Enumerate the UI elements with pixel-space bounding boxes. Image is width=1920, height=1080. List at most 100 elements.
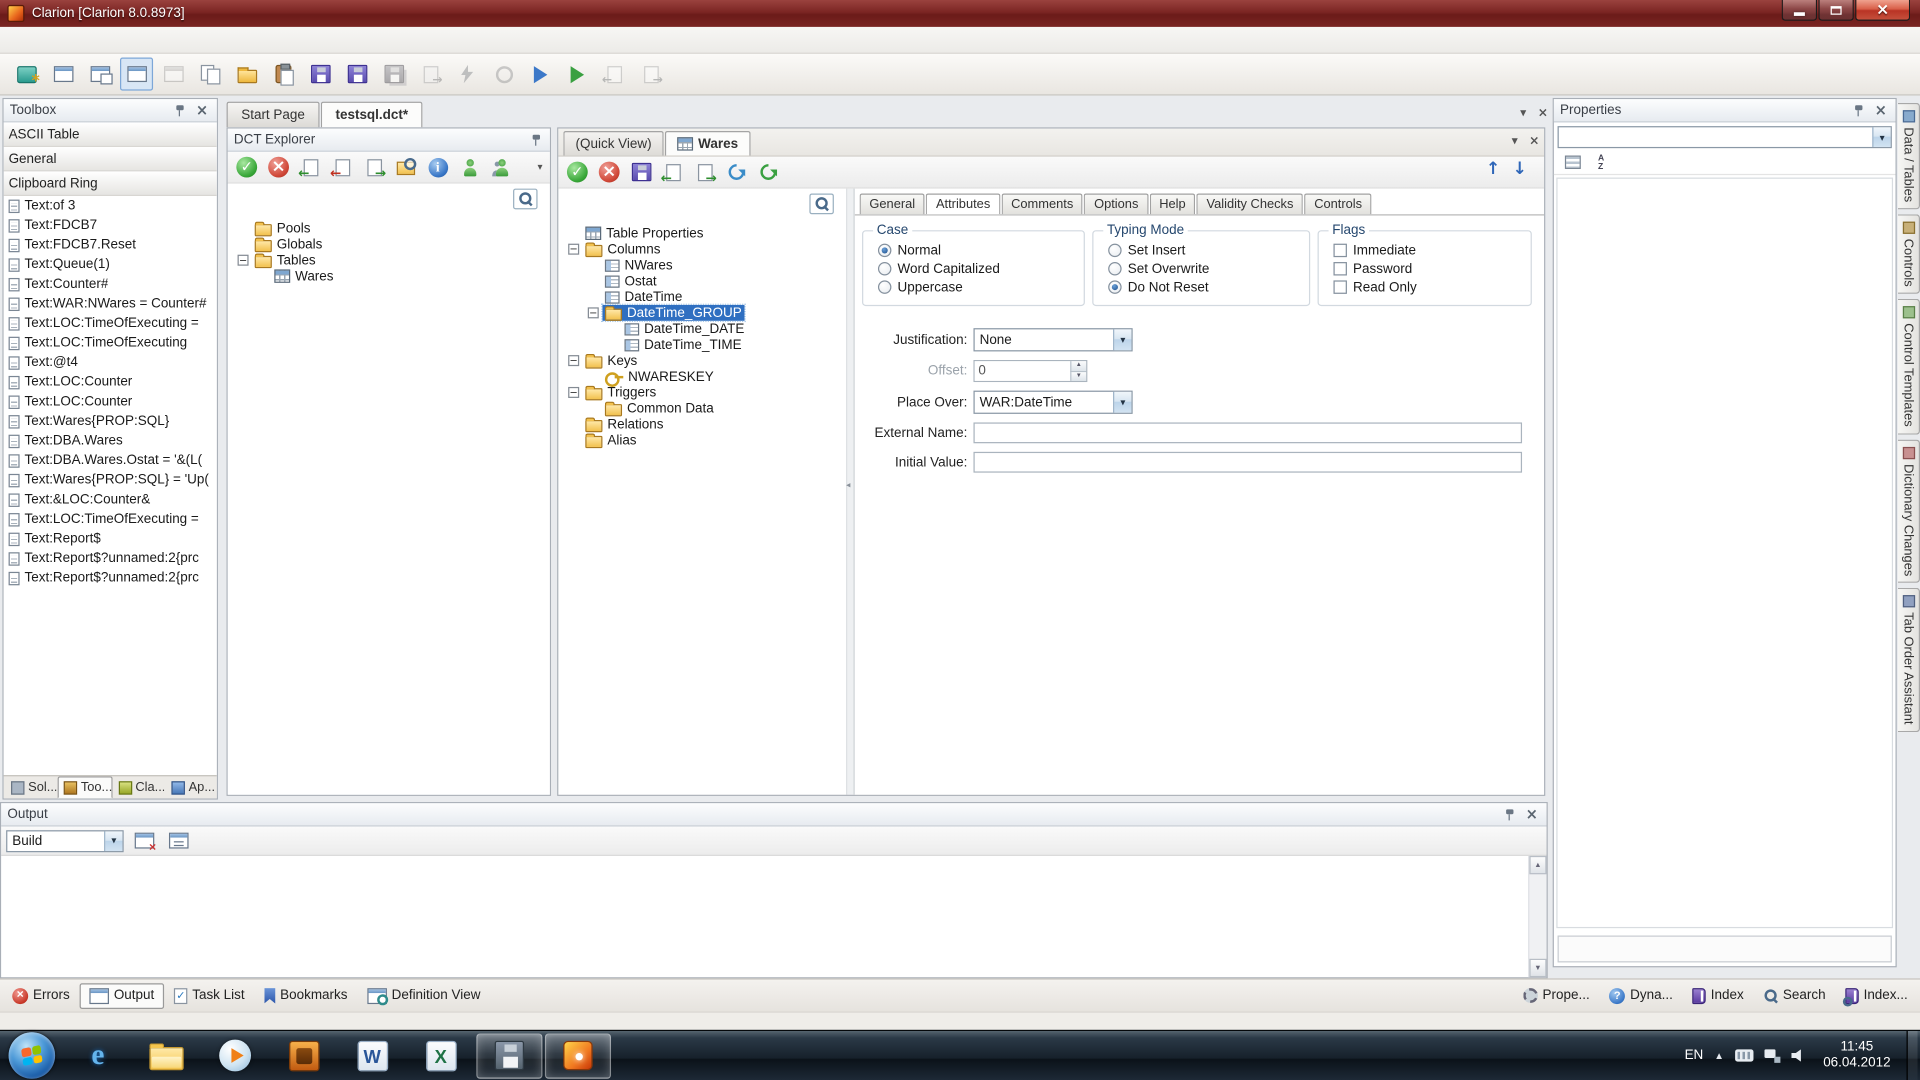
vertical-scrollbar[interactable]: ▲ ▼ (1528, 856, 1546, 977)
toolbox-item[interactable]: Text:LOC:TimeOfExecuting (4, 333, 217, 353)
toolbar-button[interactable] (722, 159, 750, 185)
tree-item[interactable]: DateTime_TIME (558, 337, 846, 353)
scroll-up-icon[interactable]: ▲ (1529, 856, 1546, 874)
search-box[interactable] (809, 193, 833, 214)
tree-expander-icon[interactable]: − (568, 387, 579, 398)
typing-radio-option[interactable]: Do Not Reset (1108, 278, 1309, 296)
toolbar-button[interactable] (487, 154, 515, 180)
toolbox-item[interactable]: Text:DBA.Wares.Ostat = '&(L( (4, 451, 217, 471)
toolbox-item[interactable]: Text:Report$?unnamed:2{prc (4, 549, 217, 569)
toolbox-item[interactable]: ASCII Table (4, 122, 217, 146)
toolbar-button[interactable] (10, 58, 43, 91)
toolbar-button[interactable] (1591, 149, 1619, 175)
tree-item[interactable]: − Keys (558, 353, 846, 369)
taskbar-app-button[interactable] (133, 1033, 199, 1078)
close-panel-icon[interactable]: × (1872, 103, 1889, 118)
tree-expander-icon[interactable]: − (588, 307, 599, 318)
toolbar-button[interactable] (233, 154, 261, 180)
close-button[interactable]: × (1855, 0, 1910, 21)
toolbar-button[interactable] (424, 154, 452, 180)
toolbox-item[interactable]: Text:&LOC:Counter& (4, 490, 217, 510)
toolbar-button[interactable] (296, 154, 324, 180)
menu-item[interactable] (7, 27, 29, 53)
toolbar-button[interactable] (561, 58, 594, 91)
offset-field[interactable] (975, 361, 1071, 381)
spin-up-icon[interactable]: ▲ (1070, 361, 1086, 371)
toolbar-button[interactable] (691, 159, 719, 185)
toolbar-button[interactable] (120, 58, 153, 91)
tab-list-chevron-icon[interactable]: ▾ (1513, 104, 1533, 124)
dock-tab[interactable]: Index (1683, 983, 1754, 1009)
property-tab[interactable]: Options (1084, 193, 1148, 214)
toolbar-button[interactable] (451, 58, 484, 91)
typing-radio-option[interactable]: Set Insert (1108, 241, 1309, 259)
typing-radio-option[interactable]: Set Overwrite (1108, 260, 1309, 278)
close-tab-icon[interactable]: × (1524, 132, 1544, 152)
tree-item[interactable]: Globals (228, 236, 550, 252)
dock-tab[interactable]: Prope... (1513, 983, 1599, 1009)
side-tab[interactable]: Tab Order Assistant (1898, 588, 1920, 732)
toolbar-button[interactable] (414, 58, 447, 91)
panel-tab[interactable]: Too... (58, 776, 113, 798)
tree-expander-icon[interactable]: − (568, 244, 579, 255)
tree-item[interactable]: Table Properties (558, 225, 846, 241)
flag-checkbox-option[interactable]: Password (1333, 260, 1530, 278)
scroll-down-icon[interactable]: ▼ (1529, 959, 1546, 977)
toolbar-button[interactable] (595, 159, 623, 185)
menu-item[interactable] (162, 27, 184, 53)
properties-selector[interactable]: ▾ (1558, 126, 1892, 148)
keyboard-icon[interactable] (1735, 1049, 1753, 1061)
toolbox-item[interactable]: Text:@t4 (4, 353, 217, 373)
toolbox-item[interactable]: Text:WAR:NWares = Counter# (4, 294, 217, 314)
toolbar-button[interactable] (157, 58, 190, 91)
toolbar-button[interactable] (627, 159, 655, 185)
place-over-select[interactable]: WAR:DateTime ▾ (973, 391, 1132, 414)
toolbar-button[interactable] (267, 58, 300, 91)
output-mode-select[interactable]: Build ▾ (6, 830, 124, 852)
toolbox-item[interactable]: Text:of 3 (4, 196, 217, 216)
network-icon[interactable] (1764, 1049, 1780, 1062)
toolbox-item[interactable]: Text:Report$ (4, 529, 217, 549)
move-up-icon[interactable]: ↑ (1486, 160, 1500, 177)
dock-tab[interactable]: Output (80, 983, 165, 1009)
side-tab[interactable]: Dictionary Changes (1898, 439, 1920, 583)
toolbar-button[interactable] (598, 58, 631, 91)
maximize-button[interactable] (1818, 0, 1854, 21)
toolbar-button[interactable] (328, 154, 356, 180)
taskbar-app-button[interactable] (476, 1033, 542, 1078)
document-tab[interactable]: testsql.dct* (321, 102, 423, 128)
tree-expander-icon[interactable]: − (238, 255, 249, 266)
dock-tab[interactable]: Dyna... (1600, 983, 1683, 1009)
toolbox-item[interactable]: Text:Report$?unnamed:2{prc (4, 568, 217, 588)
tree-item[interactable]: Pools (228, 220, 550, 236)
toolbox-item[interactable]: Text:Wares{PROP:SQL} = 'Up( (4, 470, 217, 490)
toolbox-item[interactable]: Text:Counter# (4, 274, 217, 294)
toolbar-button[interactable] (659, 159, 687, 185)
tree-item[interactable]: − Triggers (558, 384, 846, 400)
property-tab[interactable]: General (860, 193, 925, 214)
document-tab[interactable]: Start Page (227, 102, 320, 128)
tree-item[interactable]: Wares (228, 268, 550, 284)
external-name-field[interactable] (973, 422, 1522, 443)
toolbar-button[interactable] (340, 58, 373, 91)
tree-item[interactable]: DateTime_DATE (558, 321, 846, 337)
toolbar-button[interactable] (487, 58, 520, 91)
spin-down-icon[interactable]: ▼ (1070, 372, 1086, 381)
tree-expander-icon[interactable]: − (568, 355, 579, 366)
toolbar-button[interactable] (634, 58, 667, 91)
menu-item[interactable] (184, 27, 206, 53)
taskbar-app-button[interactable] (202, 1033, 268, 1078)
taskbar-app-button[interactable] (408, 1033, 474, 1078)
tree-item[interactable]: Relations (558, 416, 846, 432)
toolbox-item[interactable]: Text:LOC:Counter (4, 392, 217, 412)
show-desktop-button[interactable] (1907, 1030, 1918, 1080)
toolbar-button[interactable] (83, 58, 116, 91)
side-tab[interactable]: Controls (1898, 214, 1920, 294)
toolbox-item[interactable]: Clipboard Ring (4, 171, 217, 195)
close-panel-icon[interactable]: × (1523, 807, 1540, 822)
start-button[interactable] (9, 1032, 56, 1079)
toolbox-item[interactable]: Text:Queue(1) (4, 255, 217, 275)
close-panel-icon[interactable]: × (193, 103, 210, 118)
side-tab[interactable]: Data / Tables (1898, 103, 1920, 210)
toolbox-item[interactable]: Text:FDCB7 (4, 216, 217, 236)
